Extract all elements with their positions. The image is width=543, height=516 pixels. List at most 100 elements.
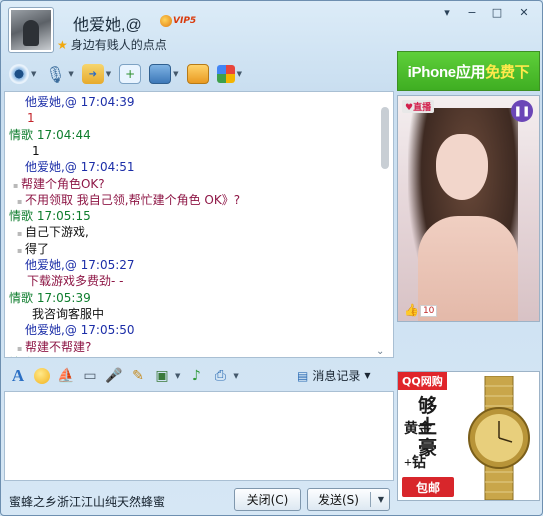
- bullet-icon: ▪: [17, 229, 25, 239]
- contact-nickname: 他爱她,@: [73, 17, 142, 34]
- video-call-button[interactable]: ▼: [7, 62, 38, 86]
- avatar[interactable]: [8, 7, 54, 53]
- pause-icon[interactable]: ❚❚: [511, 100, 533, 122]
- like-count: 10: [419, 305, 438, 317]
- ad-free-shipping-button[interactable]: 包邮: [402, 477, 454, 497]
- font-icon[interactable]: A: [7, 365, 29, 387]
- send-file-button[interactable]: ➜ ▼: [80, 62, 113, 86]
- message-line: 下载游戏多费劲- -: [27, 273, 123, 289]
- message-text: 帮建个角色OK?: [20, 176, 105, 191]
- message-line: 情歌 17:04:44: [9, 127, 91, 143]
- send-button[interactable]: 发送(S) ▼: [307, 488, 390, 511]
- chevron-down-icon[interactable]: ▼: [31, 70, 36, 78]
- message-line: 他爱她,@ 17:04:51: [25, 159, 135, 175]
- chevron-down-icon[interactable]: ▼: [68, 70, 73, 78]
- image-icon[interactable]: ▣: [151, 365, 173, 387]
- microphone-icon: 🎙: [45, 64, 66, 84]
- signature-text: 身边有贱人的点点: [70, 38, 167, 52]
- message-text: 情歌 17:04:44: [9, 127, 91, 142]
- minimize-button[interactable]: −: [460, 4, 484, 20]
- bullet-icon: ▪: [17, 196, 25, 206]
- emoji-icon[interactable]: [31, 365, 53, 387]
- apps-grid-icon: [216, 65, 235, 83]
- vip-label: VIP5: [173, 16, 197, 26]
- send-options-chevron-icon[interactable]: ▼: [378, 495, 384, 504]
- signature-row: ★ 身边有贱人的点点: [57, 36, 167, 53]
- footer-ad-link[interactable]: 蜜蜂之乡浙江江山纯天然蜂蜜: [9, 493, 165, 510]
- vip-badge[interactable]: VIP5: [158, 13, 199, 29]
- divider: [370, 492, 371, 507]
- message-text: 我咨询客服中: [32, 306, 105, 321]
- message-text: 1: [27, 111, 35, 126]
- message-line: 1: [32, 143, 40, 159]
- message-history-button[interactable]: ▤ 消息记录 ▼: [297, 367, 371, 384]
- bullet-icon: ▪: [17, 245, 25, 255]
- scrollbar-thumb[interactable]: [381, 107, 389, 169]
- message-line: 他爱她,@ 17:05:27: [25, 257, 135, 273]
- message-text: 帮建不帮建?: [24, 339, 92, 354]
- voice-message-icon[interactable]: 🎤: [103, 365, 125, 387]
- message-line: 我咨询客服中: [32, 306, 104, 322]
- message-text: 他爱她,@ 17:05:27: [25, 258, 135, 272]
- message-text: 自己下游戏,: [24, 225, 89, 240]
- like-counter[interactable]: 👍 10: [404, 303, 438, 317]
- message-text: 他爱她,@ 17:04:51: [25, 160, 135, 175]
- ad-brand: QQ网购: [398, 372, 447, 390]
- video-frame-face: [436, 134, 488, 200]
- watch-ad-panel[interactable]: QQ网购 够土豪 黄金 +钻 包邮: [397, 371, 540, 501]
- screen-share-icon: [186, 64, 209, 84]
- folder-icon: ➜: [81, 64, 104, 84]
- bullet-icon: ▪: [13, 180, 21, 190]
- voice-call-button[interactable]: 🎙 ▼: [42, 62, 75, 86]
- ad-text-free: 免费下: [485, 63, 530, 81]
- remote-desktop-button[interactable]: ▼: [147, 62, 180, 86]
- message-text: 得了: [24, 241, 49, 256]
- monitor-icon: [149, 64, 172, 84]
- message-text: 情歌 17:05:58: [9, 356, 91, 357]
- watch-image: [468, 376, 530, 500]
- iphone-app-ad-banner[interactable]: iPhone应用 免费下: [397, 51, 540, 91]
- message-line: ▪ 不用领取 我自己领,帮忙建个角色 OK》?: [17, 192, 240, 208]
- screenshot-icon[interactable]: ⎙: [209, 365, 231, 387]
- video-message-icon[interactable]: ▭: [79, 365, 101, 387]
- live-video-panel[interactable]: ♥直播 ❚❚ 👍 10: [397, 95, 540, 322]
- message-text: 1: [32, 143, 40, 158]
- message-line: ▪ 帮建不帮建?: [17, 339, 91, 355]
- create-discussion-button[interactable]: +: [117, 62, 143, 86]
- message-input[interactable]: [4, 391, 394, 481]
- message-line: 情歌 17:05:58: [9, 355, 91, 357]
- maximize-button[interactable]: □: [485, 4, 509, 20]
- chevron-down-icon: ▼: [364, 371, 371, 380]
- chevron-down-icon[interactable]: ▼: [237, 70, 242, 78]
- avatar-image: [11, 10, 51, 50]
- ad-sub-line2: +钻: [404, 456, 426, 471]
- scrollbar[interactable]: [377, 92, 393, 357]
- shake-icon[interactable]: ⛵: [55, 365, 77, 387]
- chevron-down-icon[interactable]: ▼: [106, 70, 111, 78]
- doodle-icon[interactable]: ✎: [127, 365, 149, 387]
- message-text: 下载游戏多费劲- -: [27, 274, 124, 289]
- chevron-down-icon[interactable]: ▼: [175, 372, 180, 380]
- close-button[interactable]: 关闭(C): [234, 488, 301, 511]
- close-window-button[interactable]: ✕: [510, 4, 538, 20]
- apps-button[interactable]: ▼: [215, 62, 244, 86]
- ad-sub-line1: 黄金: [404, 422, 432, 437]
- share-screen-button[interactable]: [185, 62, 211, 86]
- message-text: 情歌 17:05:39: [9, 290, 91, 305]
- menu-icon[interactable]: ▾: [435, 4, 459, 20]
- message-line: ▪ 自己下游戏,: [17, 224, 89, 240]
- message-history[interactable]: 他爱她,@ 17:04:39 1 情歌 17:04:44 1 他爱她,@ 17:04:5…: [4, 91, 394, 358]
- message-line: 他爱她,@ 17:05:50: [25, 322, 135, 338]
- history-label: 消息记录: [312, 369, 361, 383]
- splitter-handle-icon[interactable]: ⌄: [376, 346, 384, 357]
- star-icon: ★: [57, 37, 68, 52]
- chat-window: 他爱她,@ VIP5 ★ 身边有贱人的点点 ▾ − □ ✕ ▼ 🎙 ▼ ➜ ▼ …: [0, 0, 543, 516]
- chevron-down-icon[interactable]: ▼: [233, 372, 238, 380]
- thumbs-up-icon: 👍: [404, 303, 419, 317]
- history-icon: ▤: [297, 368, 309, 383]
- chat-bubble-plus-icon: +: [119, 64, 142, 84]
- message-line: ▪ 得了: [17, 241, 49, 257]
- message-line: 1: [27, 110, 35, 126]
- chevron-down-icon[interactable]: ▼: [173, 70, 178, 78]
- music-icon[interactable]: ♪: [185, 365, 207, 387]
